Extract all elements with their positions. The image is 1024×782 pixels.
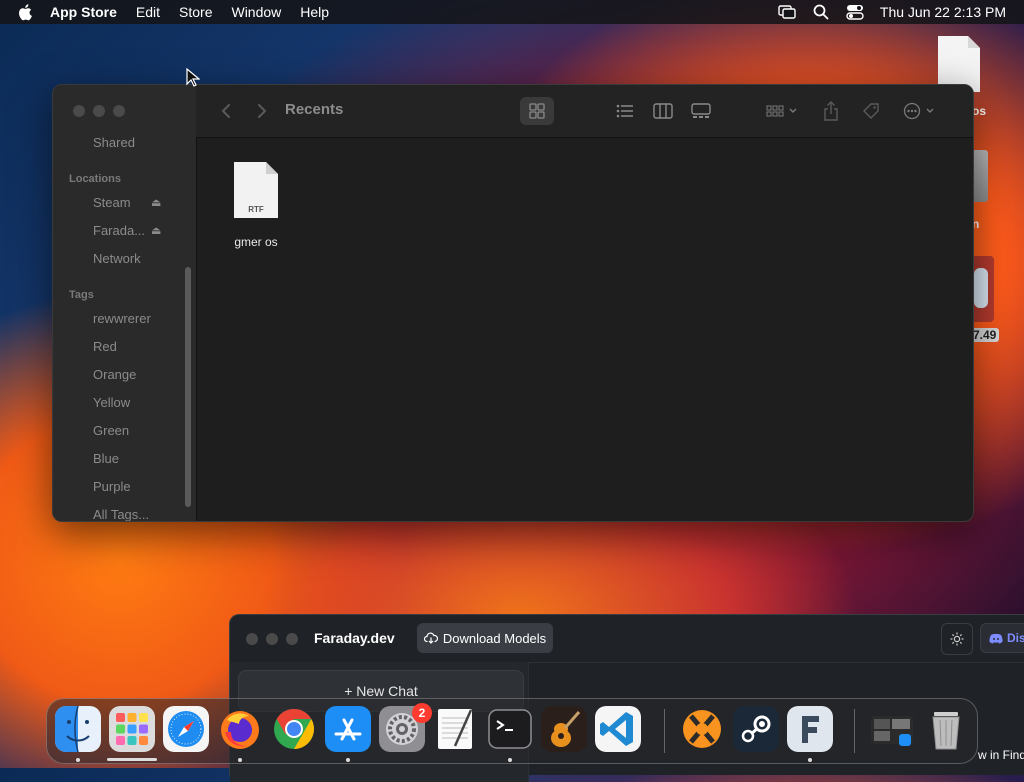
more-actions-icon[interactable] xyxy=(900,97,940,125)
sidebar-tag-blue[interactable]: Blue xyxy=(93,451,119,466)
back-button[interactable] xyxy=(214,99,238,123)
theme-toggle-button[interactable] xyxy=(941,623,973,655)
desktop-label-1: os xyxy=(972,104,987,118)
tag-icon[interactable] xyxy=(858,97,884,125)
minimize-button[interactable] xyxy=(93,105,105,117)
sidebar-tag-yellow[interactable]: Yellow xyxy=(93,395,130,410)
dock-terminal-icon[interactable] xyxy=(487,706,533,752)
zoom-button[interactable] xyxy=(286,633,298,645)
sidebar-item-shared[interactable]: Shared xyxy=(93,135,135,150)
menu-edit[interactable]: Edit xyxy=(136,4,160,20)
dock-steam-icon[interactable] xyxy=(733,706,779,752)
cloud-download-icon xyxy=(423,632,438,644)
gallery-view-button[interactable] xyxy=(686,97,716,125)
running-indicator xyxy=(76,758,80,762)
file-name: gmer os xyxy=(234,235,278,249)
running-indicator xyxy=(508,758,512,762)
download-models-label: Download Models xyxy=(442,630,547,646)
group-by-button[interactable] xyxy=(762,97,802,125)
spotlight-search-icon[interactable] xyxy=(810,3,832,21)
zoom-button[interactable] xyxy=(113,105,125,117)
finder-sidebar: Shared Locations Steam ⏏ Farada... ⏏ Net… xyxy=(53,85,197,521)
close-button[interactable] xyxy=(246,633,258,645)
notification-badge: 2 xyxy=(412,703,432,723)
dock-crossover-icon[interactable] xyxy=(679,706,725,752)
running-indicator xyxy=(346,758,350,762)
window-title: Recents xyxy=(285,101,344,118)
minimize-button[interactable] xyxy=(266,633,278,645)
show-in-finder-label: w in Finde xyxy=(978,748,1024,762)
icon-view-button[interactable] xyxy=(520,97,554,125)
discord-label: Dis xyxy=(1007,631,1024,645)
faraday-titlebar: Faraday.dev Download Models Dis xyxy=(230,615,1024,663)
share-icon[interactable] xyxy=(818,97,844,125)
dock-trash-icon[interactable] xyxy=(923,706,969,752)
sidebar-tag-all-tags[interactable]: All Tags... xyxy=(93,507,149,521)
close-button[interactable] xyxy=(73,105,85,117)
dock-folder-stack-icon[interactable] xyxy=(869,706,915,752)
running-indicator xyxy=(238,758,242,762)
file-type-label: RTF xyxy=(248,205,264,214)
dock-separator xyxy=(854,709,855,753)
finder-window: Shared Locations Steam ⏏ Farada... ⏏ Net… xyxy=(52,84,974,522)
sidebar-tag-rewwrerer[interactable]: rewwrerer xyxy=(93,311,151,326)
dock-chrome-icon[interactable] xyxy=(271,706,317,752)
rtf-document-icon: RTF xyxy=(233,161,279,219)
desktop-label-3: 7.49 xyxy=(970,328,1000,342)
window-controls xyxy=(73,105,133,117)
eject-icon[interactable]: ⏏ xyxy=(151,224,161,237)
dock-finder-icon[interactable] xyxy=(55,706,101,752)
dock-app-store-icon[interactable] xyxy=(325,706,371,752)
dock-separator xyxy=(664,709,665,753)
menu-window[interactable]: Window xyxy=(231,4,281,20)
menu-store[interactable]: Store xyxy=(179,4,212,20)
menu-clock[interactable]: Thu Jun 22 2:13 PM xyxy=(880,4,1006,20)
dock-textedit-icon[interactable] xyxy=(433,706,479,752)
menu-bar: App Store Edit Store Window Help Thu Jun… xyxy=(0,0,1024,24)
sidebar-tag-purple[interactable]: Purple xyxy=(93,479,131,494)
sidebar-heading-tags: Tags xyxy=(69,289,94,301)
dock-vscode-icon[interactable] xyxy=(595,706,641,752)
sidebar-item-steam[interactable]: Steam xyxy=(93,195,131,210)
faraday-window-controls xyxy=(246,633,306,645)
sun-icon xyxy=(950,632,964,646)
mouse-cursor-icon xyxy=(186,67,201,93)
sidebar-heading-locations: Locations xyxy=(69,173,121,185)
finder-toolbar: Recents xyxy=(196,85,973,138)
column-view-button[interactable] xyxy=(648,97,678,125)
faraday-app-title: Faraday.dev xyxy=(314,630,395,646)
download-models-button[interactable]: Download Models xyxy=(417,623,553,653)
launchpad-indicator xyxy=(107,758,157,761)
menu-app-name[interactable]: App Store xyxy=(50,4,117,20)
discord-button[interactable]: Dis xyxy=(980,623,1024,653)
list-view-button[interactable] xyxy=(610,97,640,125)
forward-button[interactable] xyxy=(250,99,274,123)
sidebar-tag-green[interactable]: Green xyxy=(93,423,129,438)
sidebar-tag-orange[interactable]: Orange xyxy=(93,367,136,382)
dock-firefox-icon[interactable] xyxy=(217,706,263,752)
dock-safari-icon[interactable] xyxy=(163,706,209,752)
control-center-icon[interactable] xyxy=(844,3,866,21)
sidebar-item-faraday[interactable]: Farada... xyxy=(93,223,145,238)
file-item[interactable]: RTF gmer os xyxy=(221,161,291,249)
screen-mirroring-icon[interactable] xyxy=(776,3,798,21)
dock-garageband-icon[interactable] xyxy=(541,706,587,752)
dock-faraday-icon[interactable] xyxy=(787,706,833,752)
sidebar-scrollbar[interactable] xyxy=(185,267,191,507)
eject-icon[interactable]: ⏏ xyxy=(151,196,161,209)
apple-menu-icon[interactable] xyxy=(16,2,36,22)
dock xyxy=(46,698,978,764)
sidebar-tag-red[interactable]: Red xyxy=(93,339,117,354)
dock-launchpad-icon[interactable] xyxy=(109,706,155,752)
discord-icon xyxy=(989,633,1003,644)
running-indicator xyxy=(808,758,812,762)
menu-help[interactable]: Help xyxy=(300,4,329,20)
sidebar-item-network[interactable]: Network xyxy=(93,251,141,266)
